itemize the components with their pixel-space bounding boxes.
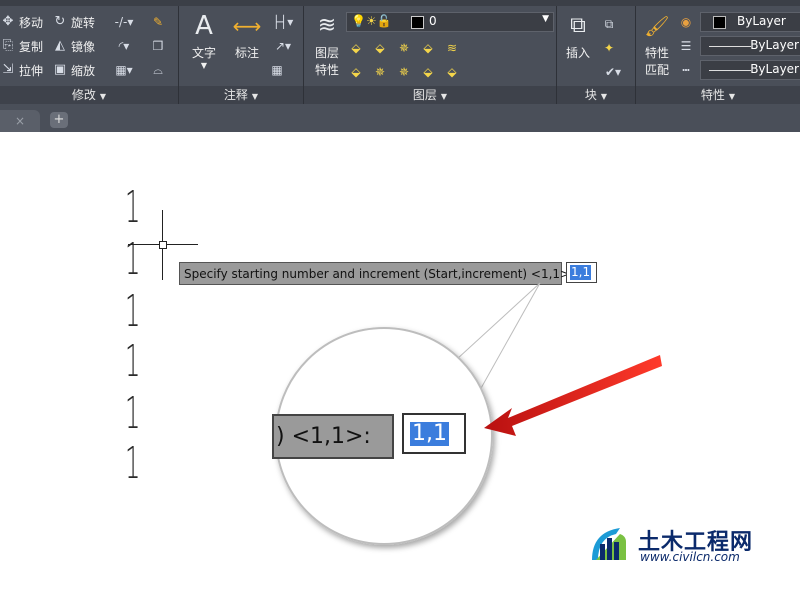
watermark-logo: 土木工程网 www.civilcn.com [586, 520, 756, 570]
magnified-prompt: ) <1,1>: [272, 414, 394, 459]
magnified-input-field: 1,1 [402, 413, 466, 454]
watermark-emblem-icon [592, 528, 626, 560]
red-arrow-icon [484, 355, 662, 436]
magnifier-callout [275, 282, 662, 545]
watermark-url: www.civilcn.com [640, 550, 740, 564]
